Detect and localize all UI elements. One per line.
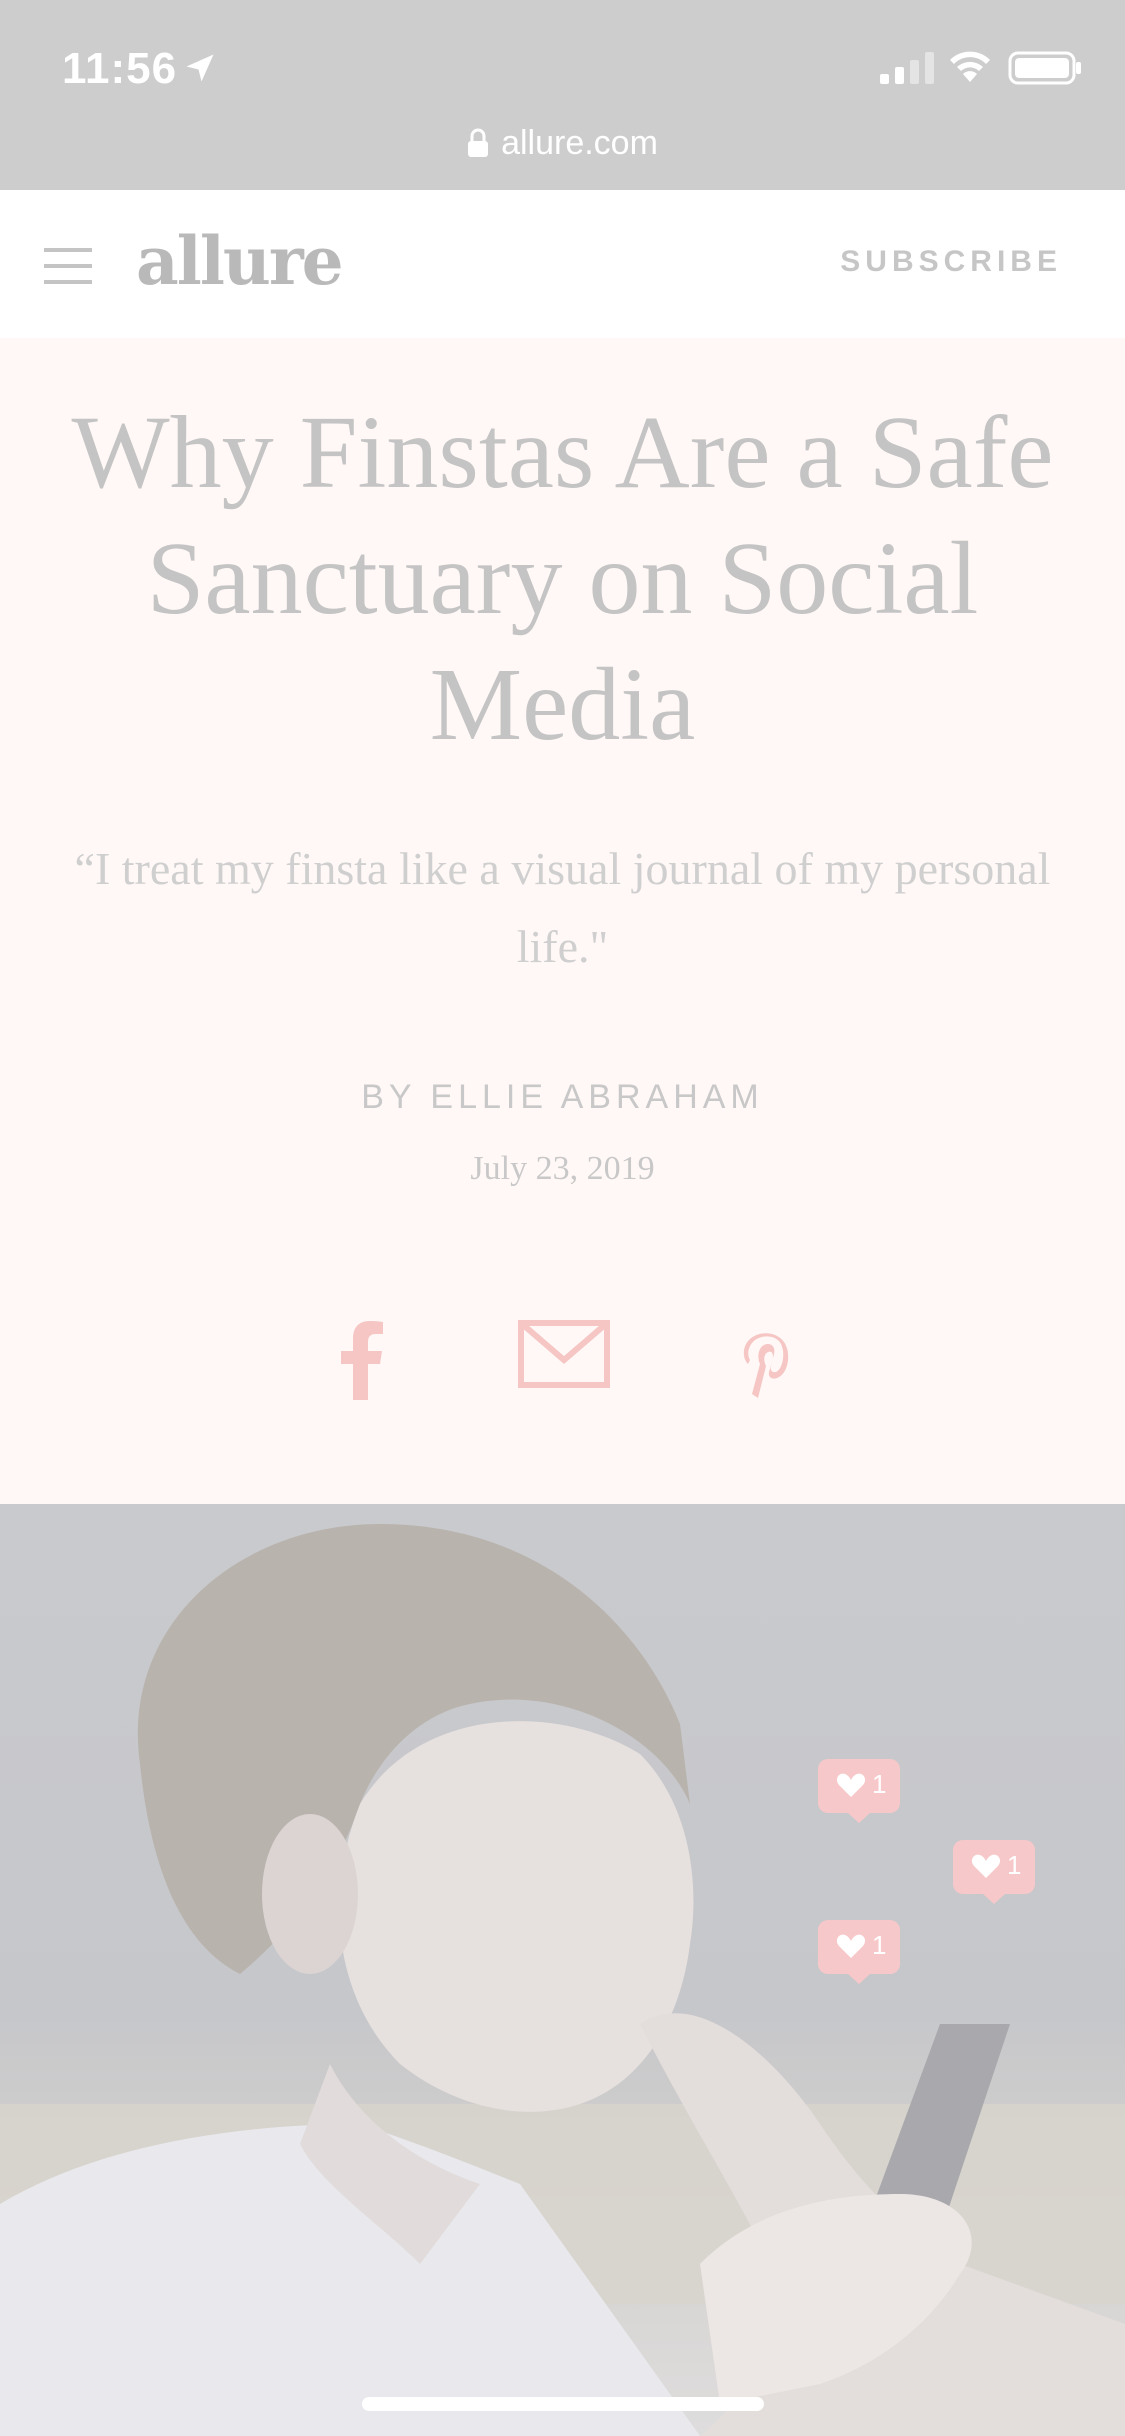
heart-icon [818,1920,900,1984]
status-time: 11:56 [62,44,178,93]
facebook-icon[interactable] [338,1320,386,1400]
email-icon[interactable] [518,1320,610,1388]
heart-icon [818,1759,900,1823]
hero-illustration [0,1524,1125,2436]
pinterest-icon[interactable] [736,1320,800,1400]
wifi-icon [950,51,990,82]
subscribe-button[interactable]: SUBSCRIBE [840,245,1062,279]
like-count: 1 [872,1930,887,1960]
article-headline: Why Finstas Are a Safe Sanctuary on Soci… [71,395,1054,762]
article-dek: “I treat my finsta like a visual journal… [74,843,1051,972]
home-indicator[interactable] [362,2397,764,2411]
like-badge: 1 [953,1840,1035,1904]
like-badge: 1 [818,1759,900,1823]
location-arrow-icon [186,54,214,82]
like-badge: 1 [818,1920,900,1984]
address-bar[interactable]: allure.com [0,118,1125,168]
cellular-signal-icon [880,52,934,84]
article-byline[interactable]: BY ELLIE ABRAHAM [0,1078,1125,1117]
battery-icon [1008,51,1081,85]
site-logo[interactable]: allure [136,222,344,300]
like-count: 1 [1007,1850,1022,1880]
hamburger-menu-icon[interactable] [44,246,94,286]
url-text: allure.com [501,123,658,162]
lock-icon [468,128,489,157]
heart-icon [953,1840,1035,1904]
hero-image: 1 1 1 [0,1504,1125,2436]
article-date: July 23, 2019 [470,1150,655,1187]
like-count: 1 [872,1769,887,1799]
